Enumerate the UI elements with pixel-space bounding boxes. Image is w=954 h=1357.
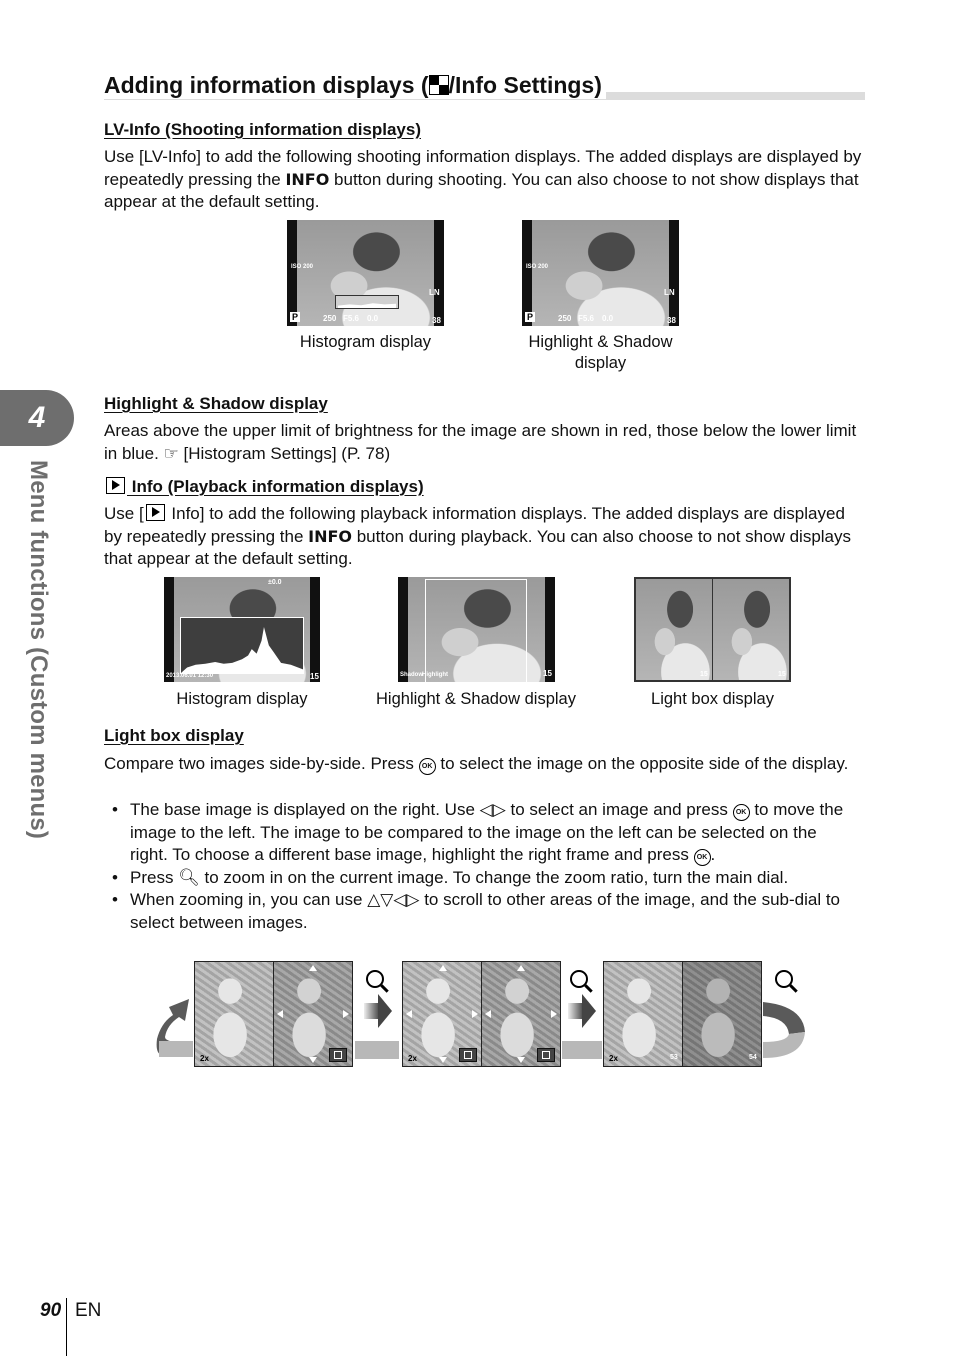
light-box-intro: Compare two images side-by-side. Press O… [104, 754, 849, 775]
ok-button-icon: OK [693, 849, 711, 866]
info-button-label: INFO [285, 169, 330, 189]
highlight-shadow-title: Highlight & Shadow display [104, 394, 328, 413]
frame-number: 15 [310, 672, 319, 681]
page-number: 90 [40, 1300, 62, 1321]
connector-bar [355, 1041, 399, 1059]
histogram-overlay [335, 295, 399, 309]
caption-pb-highlight-shadow: Highlight & Shadow display [376, 690, 576, 708]
iso-readout: ISO 200 [291, 264, 314, 270]
magnify-icon: 🔍︎ [178, 867, 200, 888]
lightbox-step-1: 2x [194, 961, 353, 1067]
playback-icon [145, 504, 165, 521]
playback-info-title: Info (Playback information displays) [104, 477, 424, 497]
arrow-shaft [364, 1003, 378, 1019]
shadow-label: Shadow [400, 672, 424, 678]
lv-info-body: Use [LV-Info] to add the following shoot… [104, 147, 862, 211]
shutter-readout: 250 [323, 314, 337, 323]
light-box-bullets: • The base image is displayed on the rig… [112, 799, 852, 934]
pb-highlight-shadow-screen: Shadow Highlight 15 [398, 577, 555, 682]
left-frame-number: 15 [700, 671, 708, 678]
ok-button-icon: OK [418, 758, 436, 775]
chapter-title-text: Menu functions (Custom menus) [25, 460, 52, 840]
light-box-title: Light box display [104, 726, 244, 745]
histogram-settings-ref: [Histogram Settings] (P. 78) [178, 443, 391, 463]
date-readout: 2013.06.01 12:30 [166, 673, 214, 679]
magnify-icon [366, 970, 384, 988]
connector-bar [562, 1041, 602, 1059]
magnify-icon [775, 970, 793, 988]
arrow-shaft [568, 1003, 582, 1019]
chapter-title: Menu functions (Custom menus) [24, 460, 58, 840]
mode-badge: P [290, 312, 300, 322]
highlight-label: Highlight [422, 672, 448, 678]
caption-pb-histogram: Histogram display [176, 690, 308, 708]
info-settings-icon [428, 75, 449, 95]
list-item: • When zooming in, you can use △▽◁▷ to s… [112, 890, 841, 932]
quality-readout: LN [429, 288, 440, 297]
list-item: • Press 🔍︎ to zoom in on the current ima… [112, 867, 789, 888]
lightbox-step-3: 2x 53 54 [603, 961, 762, 1067]
shots-remaining: 38 [667, 316, 676, 325]
frame-number: 15 [543, 669, 552, 678]
list-item: • The base image is displayed on the rig… [112, 800, 844, 866]
next-arrow-icon [378, 994, 392, 1028]
lv-info-title: LV-Info (Shooting information displays) [104, 120, 421, 139]
left-right-arrow-icon: ◁▷ [479, 800, 506, 820]
shots-remaining: 38 [432, 316, 441, 325]
four-way-arrows-icon: △▽◁▷ [367, 890, 420, 910]
aperture-readout: F5.6 [578, 314, 595, 323]
left-frame-number: 53 [670, 1054, 678, 1061]
ok-button-icon: OK [732, 804, 750, 821]
histogram-overlay [180, 617, 304, 674]
return-arrow [763, 1002, 808, 1060]
right-frame-number: 54 [749, 1054, 757, 1061]
lightbox-step-2: 2x [402, 961, 561, 1067]
language-label: EN [75, 1300, 102, 1321]
info-button-label: INFO [308, 526, 352, 546]
mode-badge: P [525, 312, 535, 322]
right-frame-number: 15 [778, 671, 786, 678]
iso-readout: ISO 200 [526, 264, 549, 270]
lv-highlight-shadow-screen: ISO 200 P 250 F5.6 0.0 LN 38 [522, 220, 679, 326]
loop-back-arrow [155, 993, 193, 1059]
highlight-shadow-body: Areas above the upper limit of brightnes… [104, 421, 857, 464]
caption-lv-highlight-shadow: Highlight & Shadow display [528, 333, 673, 372]
chapter-number: 4 [28, 401, 46, 434]
pb-histogram-screen: ±0.0 2013.06.01 12:30 15 [164, 577, 320, 682]
pb-lightbox-screen: 15 15 [634, 577, 791, 682]
highlight-frame [425, 579, 527, 682]
page-title: Adding information displays (/Info Setti… [104, 72, 606, 99]
magnify-icon [570, 970, 588, 988]
shutter-readout: 250 [558, 314, 572, 323]
zoom-ratio: 2x [200, 1054, 209, 1063]
exposure-readout: 0.0 [602, 314, 614, 323]
zoom-ratio: 2x [609, 1054, 618, 1063]
quality-readout: LN [664, 288, 675, 297]
caption-lv-histogram: Histogram display [299, 333, 432, 351]
caption-pb-lightbox: Light box display [651, 690, 774, 708]
playback-info-body: Use [ Info] to add the following playbac… [104, 504, 852, 568]
footer-divider [66, 1298, 67, 1356]
aperture-readout: F5.6 [343, 314, 360, 323]
lv-histogram-screen: ISO 200 P 250 F5.6 0.0 LN 38 [287, 220, 444, 326]
next-arrow-icon [582, 994, 596, 1028]
playback-icon [106, 477, 125, 494]
reference-icon: ☞ [163, 443, 179, 464]
zoom-ratio: 2x [408, 1054, 417, 1063]
exposure-readout: 0.0 [367, 314, 379, 323]
exposure-comp-readout: ±0.0 [268, 579, 282, 586]
